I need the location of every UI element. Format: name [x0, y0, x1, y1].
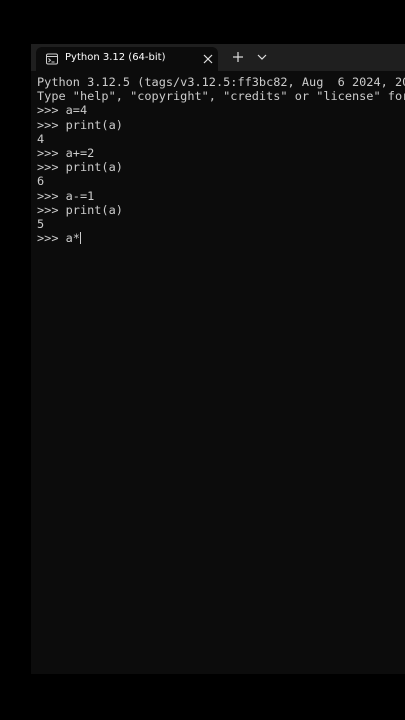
terminal-line: >>> print(a)	[37, 160, 123, 175]
tab-bar: Python 3.12 (64-bit)	[31, 44, 405, 71]
terminal-line: >>> a+=2	[37, 145, 95, 160]
terminal-window: Python 3.12 (64-bit) Python 3.12.5 (tags…	[31, 44, 405, 674]
terminal-line: >>> print(a)	[37, 202, 123, 217]
terminal-icon	[46, 53, 58, 65]
text-cursor	[79, 232, 81, 245]
terminal-input[interactable]: >>> a*	[37, 231, 80, 245]
terminal-input-line[interactable]: >>> a*	[37, 231, 405, 245]
terminal-line: Python 3.12.5 (tags/v3.12.5:ff3bc82, Aug…	[37, 75, 405, 89]
tab-title: Python 3.12 (64-bit)	[65, 52, 166, 63]
terminal-line: Type "help", "copyright", "credits" or "…	[37, 89, 405, 104]
terminal-line: 5	[37, 216, 45, 231]
tab-python[interactable]: Python 3.12 (64-bit)	[36, 47, 218, 71]
terminal-line: >>> a-=1	[37, 188, 95, 203]
terminal-output[interactable]: Python 3.12.5 (tags/v3.12.5:ff3bc82, Aug…	[37, 75, 405, 670]
close-icon[interactable]	[202, 53, 214, 65]
terminal-line: >>> a=4	[37, 103, 88, 118]
chevron-down-icon[interactable]	[256, 52, 268, 62]
plus-icon[interactable]	[232, 51, 244, 63]
terminal-line: 4	[37, 131, 45, 146]
terminal-line: 6	[37, 174, 45, 189]
terminal-line: >>> print(a)	[37, 117, 123, 132]
